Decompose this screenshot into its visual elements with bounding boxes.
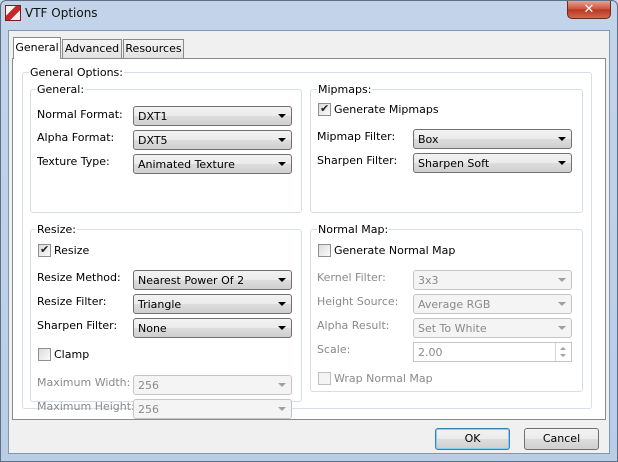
mipmap-filter-select[interactable]: Box xyxy=(413,129,572,149)
resize-filter-value: Triangle xyxy=(138,298,182,311)
chevron-down-icon xyxy=(278,326,286,330)
resize-sharpen-value: None xyxy=(138,322,167,335)
chevron-down-icon xyxy=(558,161,566,165)
normal-format-label: Normal Format: xyxy=(37,108,123,121)
alpha-result-select[interactable]: Set To White xyxy=(413,318,572,338)
mipmap-sharpen-value: Sharpen Soft xyxy=(418,157,490,170)
chevron-down-icon xyxy=(278,162,286,166)
mipmaps-group-title: Mipmaps: xyxy=(317,83,373,96)
resize-checkbox[interactable] xyxy=(38,243,51,257)
chevron-down-icon xyxy=(278,114,286,118)
maximum-height-label: Maximum Height: xyxy=(37,400,135,413)
dialog-client-area: General Advanced Resources General Optio… xyxy=(8,30,610,454)
maximum-width-value: 256 xyxy=(138,379,159,392)
clamp-checkbox[interactable] xyxy=(38,348,51,361)
tab-resources[interactable]: Resources xyxy=(123,39,184,58)
alpha-result-value: Set To White xyxy=(418,322,487,335)
vtf-options-dialog: VTF Options ✕ General Advanced Resources… xyxy=(0,0,618,462)
tab-advanced[interactable]: Advanced xyxy=(62,39,122,58)
mipmap-sharpen-select[interactable]: Sharpen Soft xyxy=(413,153,572,173)
normal-format-select[interactable]: DXT1 xyxy=(133,106,292,126)
spin-up-icon[interactable] xyxy=(560,347,566,350)
resize-filter-select[interactable]: Triangle xyxy=(133,294,292,314)
spin-down-icon[interactable] xyxy=(560,354,566,357)
generate-mipmaps-checkbox[interactable] xyxy=(318,102,331,116)
chevron-down-icon xyxy=(278,407,286,411)
maximum-height-value: 256 xyxy=(138,403,159,416)
wrap-normal-map-checkbox[interactable] xyxy=(318,372,331,385)
wrap-normal-map-label[interactable]: Wrap Normal Map xyxy=(334,372,433,385)
clamp-label[interactable]: Clamp xyxy=(54,348,89,361)
generate-normal-map-checkbox[interactable] xyxy=(318,244,331,257)
mipmap-sharpen-label: Sharpen Filter: xyxy=(317,154,398,167)
height-source-value: Average RGB xyxy=(418,298,491,311)
alpha-format-value: DXT5 xyxy=(138,134,168,147)
height-source-label: Height Source: xyxy=(317,295,399,308)
chevron-down-icon xyxy=(278,138,286,142)
resize-filter-label: Resize Filter: xyxy=(37,295,107,308)
alpha-format-select[interactable]: DXT5 xyxy=(133,130,292,150)
texture-type-select[interactable]: Animated Texture xyxy=(133,154,292,174)
normal-map-group-title: Normal Map: xyxy=(317,223,390,236)
alpha-format-label: Alpha Format: xyxy=(37,131,115,144)
scale-value: 2.00 xyxy=(418,346,443,359)
cancel-button[interactable]: Cancel xyxy=(524,428,599,450)
resize-method-select[interactable]: Nearest Power Of 2 xyxy=(133,270,292,290)
close-button[interactable]: ✕ xyxy=(567,1,611,19)
normal-format-value: DXT1 xyxy=(138,110,168,123)
kernel-filter-value: 3x3 xyxy=(418,274,439,287)
mipmap-filter-label: Mipmap Filter: xyxy=(317,130,396,143)
alpha-result-label: Alpha Result: xyxy=(317,319,390,332)
general-group-title: General: xyxy=(36,83,86,96)
general-tab-panel: General Options: General: Normal Format:… xyxy=(12,58,606,420)
maximum-width-label: Maximum Width: xyxy=(37,376,131,389)
maximum-width-select[interactable]: 256 xyxy=(133,375,292,395)
chevron-down-icon xyxy=(278,278,286,282)
chevron-down-icon xyxy=(558,278,566,282)
kernel-filter-select[interactable]: 3x3 xyxy=(413,270,572,290)
chevron-down-icon xyxy=(558,326,566,330)
vtf-app-icon xyxy=(5,5,21,21)
title-bar[interactable]: VTF Options ✕ xyxy=(1,1,617,25)
chevron-down-icon xyxy=(278,383,286,387)
scale-spinner[interactable]: 2.00 xyxy=(413,342,572,362)
chevron-down-icon xyxy=(558,137,566,141)
kernel-filter-label: Kernel Filter: xyxy=(317,271,386,284)
mipmap-filter-value: Box xyxy=(418,133,439,146)
window-title: VTF Options xyxy=(25,6,98,20)
resize-sharpen-select[interactable]: None xyxy=(133,318,292,338)
ok-button[interactable]: OK xyxy=(435,428,510,450)
spinner-buttons[interactable] xyxy=(555,343,571,361)
height-source-select[interactable]: Average RGB xyxy=(413,294,572,314)
chevron-down-icon xyxy=(558,302,566,306)
generate-mipmaps-label[interactable]: Generate Mipmaps xyxy=(334,103,439,116)
chevron-down-icon xyxy=(278,302,286,306)
tab-general[interactable]: General xyxy=(13,37,61,59)
resize-method-label: Resize Method: xyxy=(37,271,121,284)
texture-type-label: Texture Type: xyxy=(37,155,110,168)
resize-group-title: Resize: xyxy=(36,223,77,236)
scale-label: Scale: xyxy=(317,343,351,356)
general-options-heading: General Options: xyxy=(29,66,124,79)
generate-normal-map-label[interactable]: Generate Normal Map xyxy=(334,244,455,257)
resize-label[interactable]: Resize xyxy=(54,244,89,257)
resize-method-value: Nearest Power Of 2 xyxy=(138,274,245,287)
texture-type-value: Animated Texture xyxy=(138,158,235,171)
maximum-height-select[interactable]: 256 xyxy=(133,399,292,419)
resize-sharpen-label: Sharpen Filter: xyxy=(37,319,118,332)
